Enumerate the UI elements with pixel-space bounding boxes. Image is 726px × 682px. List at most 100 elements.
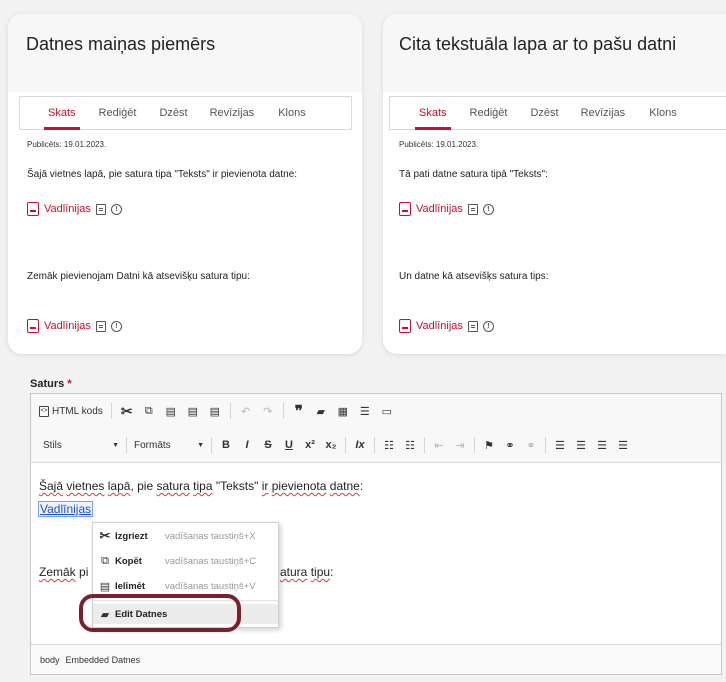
tab-view[interactable]: Skats [44,97,79,130]
menu-item-paste[interactable]: ▤ Ielīmēt vadīšanas taustiņš+V [93,576,278,596]
info-icon[interactable]: ! [110,203,122,215]
tab-revisions[interactable]: Revīzijas [581,97,626,129]
paste-text-icon[interactable]: ▤ [186,403,200,419]
content-paragraph-tail[interactable]: atura tipu: [280,565,333,579]
tab-delete[interactable]: Dzēst [159,97,187,129]
tab-delete[interactable]: Dzēst [530,97,558,129]
underline-icon[interactable]: U [282,437,296,453]
tab-edit[interactable]: Rediģēt [470,97,508,129]
bold-icon[interactable]: B [219,437,233,453]
card-title: Datnes maiņas piemērs [26,34,216,54]
file-link[interactable]: Vadlīnijas [416,320,463,332]
folder-icon[interactable]: ▰ [314,403,328,419]
undo-icon[interactable]: ↶ [239,403,253,419]
file-attachment: Vadlīnijas ! [27,319,122,333]
horizontal-line-icon[interactable]: ☰ [358,403,372,419]
subscript-icon[interactable]: x₂ [324,437,338,453]
numbered-list-icon[interactable]: ☷ [382,437,396,453]
align-right-icon[interactable]: ☰ [595,437,609,453]
info-icon[interactable]: ! [482,320,494,332]
superscript-icon[interactable]: x² [303,437,317,453]
document-icon[interactable] [95,320,106,332]
tab-revisions[interactable]: Revīzijas [210,97,255,129]
file-link[interactable]: Vadlīnijas [44,203,91,215]
tab-clone[interactable]: Klons [649,97,677,129]
blockquote-icon[interactable]: ❞ [292,403,306,420]
tab-view[interactable]: Skats [415,97,450,130]
bulleted-list-icon[interactable]: ☷ [403,437,417,453]
field-label: Saturs * [30,378,72,390]
source-icon: <> [39,405,49,417]
paste-icon[interactable]: ▤ [164,403,178,419]
toolbar-row-2: Stils ▼ Formāts ▼ B I S U x² x₂ Ix ☷ ☷ ⇤… [31,428,721,462]
annotation-highlight-ring [79,594,241,632]
content-card-2: Cita tekstuāla lapa ar to pašu datni Ska… [383,14,726,354]
file-link[interactable]: Vadlīnijas [416,203,463,215]
file-attachment: Vadlīnijas ! [27,202,122,216]
editor-status-bar: body Embedded Datnes [31,644,721,674]
pdf-file-icon [399,202,411,216]
text-word: pievienota [271,479,327,493]
indent-icon[interactable]: ⇥ [453,437,467,453]
remove-format-icon[interactable]: Ix [353,437,367,453]
card-header: Datnes maiņas piemērs [8,14,362,92]
unlink-icon[interactable]: ⚭ [524,437,538,453]
tab-edit[interactable]: Rediģēt [99,97,137,129]
toolbar-separator [229,403,231,419]
embedded-file-link[interactable]: Vadlīnijas [37,501,94,517]
paste-word-icon[interactable]: ▤ [208,403,222,419]
menu-item-shortcut: vadīšanas taustiņš+V [165,580,256,592]
style-dropdown[interactable]: Stils ▼ [39,440,119,451]
scissors-icon: ✂ [99,528,111,543]
selected-link[interactable]: Vadlīnijas [37,501,94,517]
document-icon[interactable] [467,203,478,215]
cut-icon[interactable]: ✂ [120,403,134,419]
card-title: Cita tekstuāla lapa ar to pašu datni [399,34,677,54]
copy-icon[interactable]: ⧉ [142,403,156,419]
html-source-button[interactable]: <> HTML kods [39,403,103,419]
toolbar-separator [424,437,425,453]
comment-icon[interactable]: ▭ [380,403,394,419]
text-word: vietnes [66,479,105,493]
style-dropdown-label: Stils [43,439,62,451]
file-link[interactable]: Vadlīnijas [44,320,91,332]
text-word: lapā [107,479,131,493]
text-word: tipa [193,479,213,493]
menu-item-label: Izgriezt [115,530,148,542]
file-attachment: Vadlīnijas ! [399,319,494,333]
paragraph-text: Zemāk pievienojam Datni kā atsevišķu sat… [27,271,250,282]
toolbar-separator [545,437,546,453]
toolbar-separator [126,437,127,453]
pdf-file-icon [27,319,39,333]
field-label-text: Saturs [30,378,65,390]
tab-clone[interactable]: Klons [278,97,306,129]
document-icon[interactable] [95,203,106,215]
strikethrough-icon[interactable]: S [261,437,275,453]
table-icon[interactable]: ▦ [336,403,350,419]
menu-item-copy[interactable]: ⧉ Kopēt vadīšanas taustiņš+C [93,551,278,571]
menu-item-cut[interactable]: ✂ Izgriezt vadīšanas taustiņš+X [93,526,278,546]
info-icon[interactable]: ! [482,203,494,215]
link-icon[interactable]: ⚭ [503,437,517,453]
align-center-icon[interactable]: ☰ [574,437,588,453]
pdf-file-icon [399,319,411,333]
text-fragment: "Teksts" [212,479,262,493]
content-paragraph[interactable]: Šajā vietnes lapā, pie satura tipa "Teks… [39,479,363,493]
format-dropdown[interactable]: Formāts ▼ [134,440,204,451]
required-mark: * [67,378,72,390]
italic-icon[interactable]: I [240,437,254,453]
text-fragment: : [359,479,364,493]
content-paragraph[interactable]: Zemāk pi [39,565,88,579]
redo-icon[interactable]: ↷ [261,403,275,419]
paragraph-text: Tā pati datne satura tipā "Teksts": [399,169,548,180]
content-card-1: Datnes maiņas piemērs Skats Rediģēt Dzēs… [8,14,362,354]
path-item-body[interactable]: body [40,655,60,665]
document-icon[interactable] [467,320,478,332]
toolbar-separator [282,403,284,419]
info-icon[interactable]: ! [110,320,122,332]
align-left-icon[interactable]: ☰ [553,437,567,453]
outdent-icon[interactable]: ⇤ [432,437,446,453]
path-item-embedded[interactable]: Embedded Datnes [66,655,141,665]
align-justify-icon[interactable]: ☰ [616,437,630,453]
anchor-flag-icon[interactable]: ⚑ [482,437,496,453]
